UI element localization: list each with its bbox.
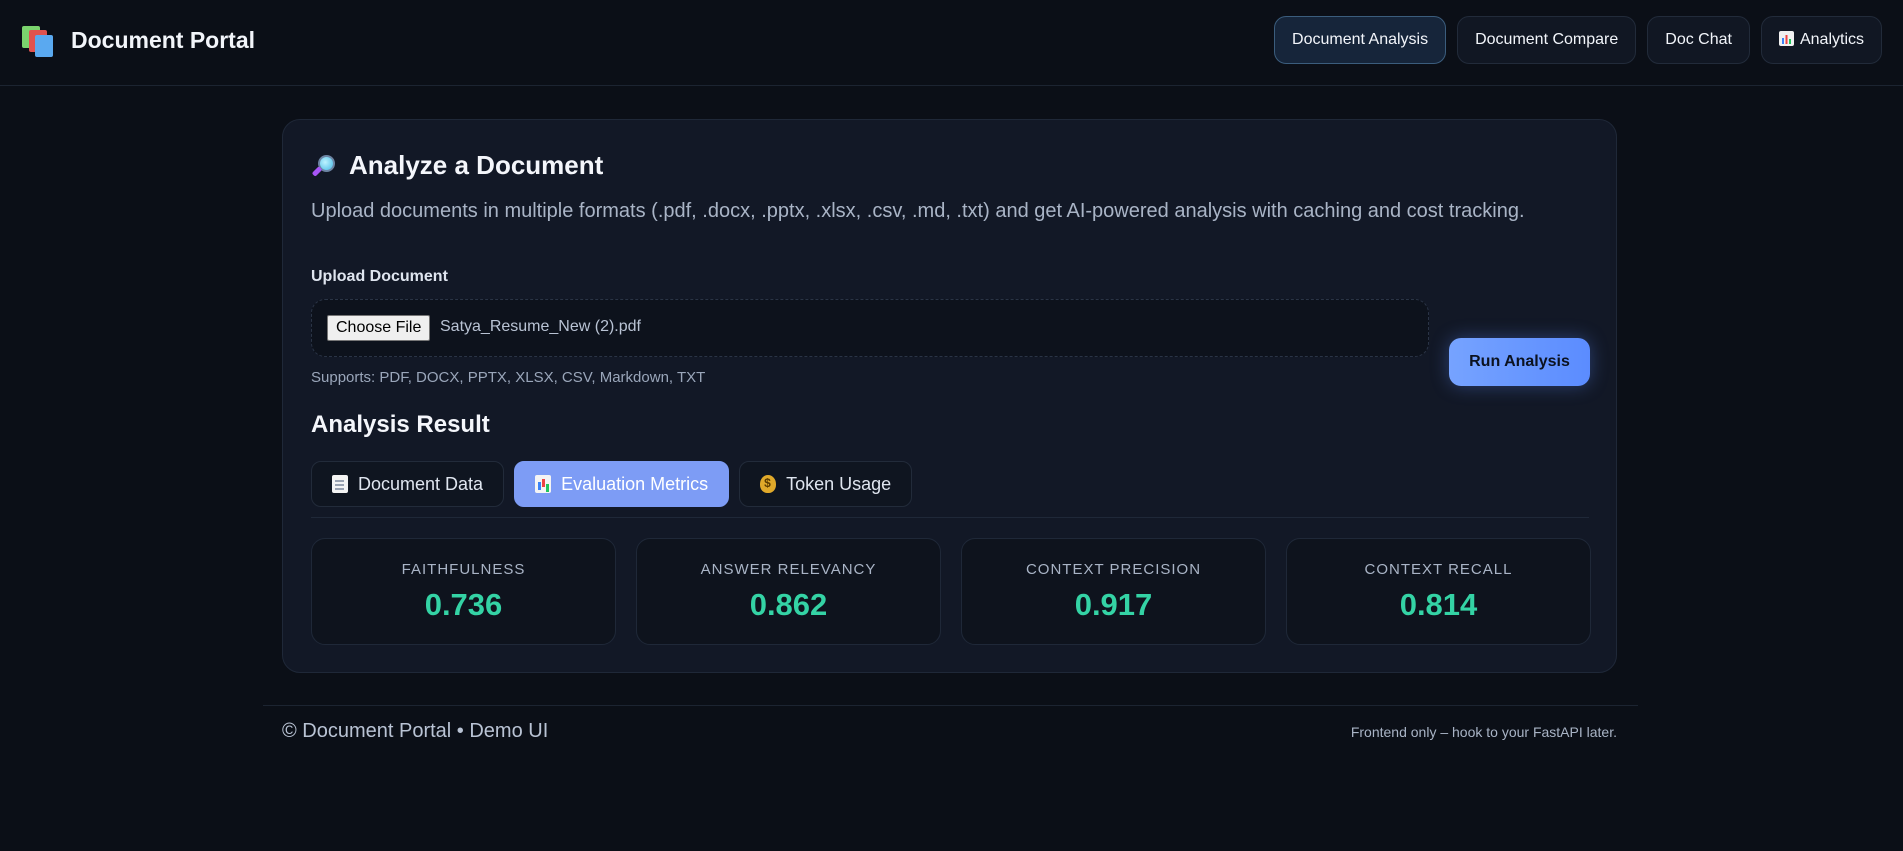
- choose-file-button[interactable]: Choose File: [327, 315, 431, 341]
- metric-card-answer-relevancy: ANSWER RELEVANCY 0.862: [636, 538, 941, 645]
- analyze-card: Analyze a Document Upload documents in m…: [282, 119, 1617, 673]
- nav-document-compare-label: Document Compare: [1475, 31, 1619, 48]
- run-analysis-button[interactable]: Run Analysis: [1449, 338, 1590, 386]
- brand[interactable]: Document Portal: [22, 24, 256, 57]
- main-nav: Document Analysis Document Compare Doc C…: [1274, 16, 1882, 64]
- card-title-text: Analyze a Document: [349, 150, 604, 180]
- metric-label: FAITHFULNESS: [401, 561, 526, 578]
- document-icon: [332, 475, 348, 493]
- metric-label: ANSWER RELEVANCY: [700, 561, 877, 578]
- metric-card-context-recall: CONTEXT RECALL 0.814: [1286, 538, 1591, 645]
- tab-document-data-label: Document Data: [358, 473, 484, 494]
- metric-value: 0.862: [749, 587, 828, 622]
- card-description: Upload documents in multiple formats (.p…: [311, 200, 1525, 222]
- nav-doc-chat[interactable]: Doc Chat: [1647, 16, 1750, 64]
- result-title: Analysis Result: [311, 411, 490, 438]
- nav-document-analysis-label: Document Analysis: [1292, 31, 1429, 48]
- tab-evaluation-metrics[interactable]: Evaluation Metrics: [514, 461, 730, 507]
- top-navbar: Document Portal Document Analysis Docume…: [0, 0, 1903, 86]
- nav-document-compare[interactable]: Document Compare: [1457, 16, 1637, 64]
- supported-formats-hint: Supports: PDF, DOCX, PPTX, XLSX, CSV, Ma…: [311, 369, 706, 386]
- metric-label: CONTEXT PRECISION: [1025, 561, 1202, 578]
- metrics-grid: FAITHFULNESS 0.736 ANSWER RELEVANCY 0.86…: [311, 538, 1591, 645]
- tab-token-usage[interactable]: Token Usage: [739, 461, 913, 507]
- tab-token-usage-label: Token Usage: [786, 473, 892, 494]
- footer-note: Frontend only – hook to your FastAPI lat…: [1350, 724, 1617, 740]
- upload-label: Upload Document: [311, 268, 448, 285]
- metric-value: 0.814: [1399, 587, 1478, 622]
- nav-analytics[interactable]: Analytics: [1760, 16, 1882, 64]
- tab-evaluation-metrics-label: Evaluation Metrics: [561, 473, 709, 494]
- tab-document-data[interactable]: Document Data: [311, 461, 505, 507]
- footer-copyright: © Document Portal • Demo UI: [282, 720, 549, 742]
- selected-file-name: Satya_Resume_New (2).pdf: [440, 318, 641, 335]
- tabs-divider: [311, 517, 1589, 518]
- metric-value: 0.917: [1074, 587, 1153, 622]
- metric-value: 0.736: [424, 587, 503, 622]
- magnifier-icon: [311, 153, 337, 179]
- bar-chart-icon: [1778, 30, 1794, 50]
- money-bag-icon: [760, 475, 777, 493]
- nav-doc-chat-label: Doc Chat: [1665, 31, 1732, 48]
- metric-card-faithfulness: FAITHFULNESS 0.736: [311, 538, 616, 645]
- result-tabs: Document Data Evaluation Metrics Token U…: [311, 461, 913, 507]
- footer-divider: [263, 705, 1638, 706]
- file-upload-dropzone[interactable]: Choose File Satya_Resume_New (2).pdf: [311, 299, 1429, 357]
- nav-document-analysis[interactable]: Document Analysis: [1274, 16, 1447, 64]
- card-title: Analyze a Document: [311, 150, 603, 181]
- bar-chart-icon: [535, 475, 552, 493]
- books-icon: [22, 24, 54, 57]
- metric-label: CONTEXT RECALL: [1364, 561, 1513, 578]
- nav-analytics-label: Analytics: [1799, 31, 1864, 48]
- app-title: Document Portal: [71, 26, 256, 53]
- metric-card-context-precision: CONTEXT PRECISION 0.917: [961, 538, 1266, 645]
